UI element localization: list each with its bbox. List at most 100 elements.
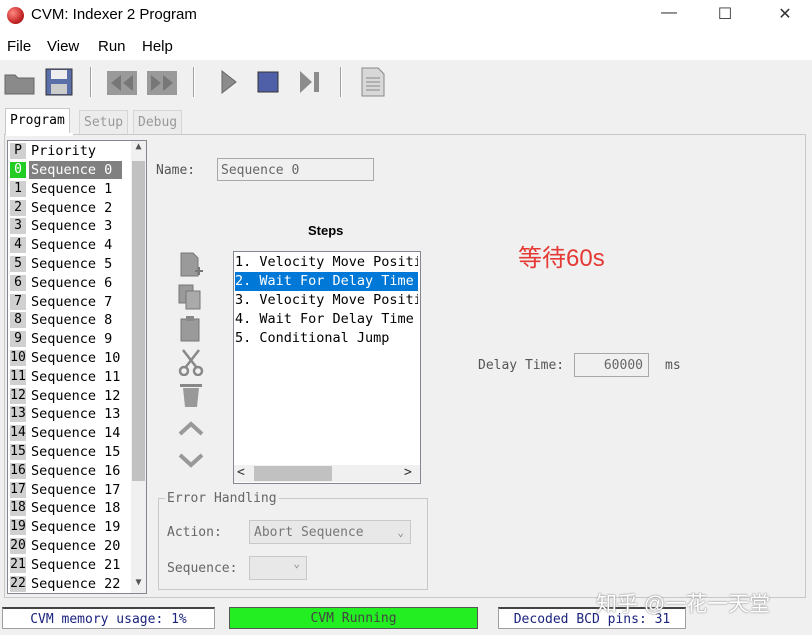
sequence-list-item[interactable]: 4 Sequence 4 — [8, 236, 124, 254]
sequence-list-item[interactable]: 6 Sequence 6 — [8, 274, 124, 292]
action-dropdown[interactable]: Abort Sequence ⌄ — [249, 520, 411, 544]
step-item[interactable]: 5. Conditional Jump — [235, 329, 418, 348]
menu-help[interactable]: Help — [142, 38, 173, 55]
toolbar-separator — [340, 67, 342, 97]
maximize-button[interactable]: ☐ — [702, 4, 748, 28]
scroll-up-arrow-icon[interactable]: ▲ — [131, 141, 146, 157]
scroll-right-arrow-icon[interactable]: > — [404, 465, 412, 480]
chevron-down-icon: ⌄ — [293, 557, 300, 570]
sequence-list-item[interactable]: 3 Sequence 3 — [8, 217, 124, 235]
priority-number: 1 — [10, 180, 26, 197]
priority-number: 3 — [10, 218, 26, 235]
sequence-list-item[interactable]: 15 Sequence 15 — [8, 443, 124, 461]
priority-number: 5 — [10, 256, 26, 272]
delay-time-label: Delay Time: — [478, 358, 565, 373]
priority-number: 10 — [10, 350, 26, 366]
sequence-name: Sequence 21 — [31, 556, 121, 573]
sequence-list-item[interactable]: 0 Sequence 0 — [8, 161, 124, 179]
stop-icon[interactable] — [251, 65, 285, 99]
sequence-list-item[interactable]: 9 Sequence 9 — [8, 330, 124, 348]
save-icon[interactable] — [43, 65, 77, 99]
step-item[interactable]: 2. Wait For Delay Time — [235, 272, 418, 291]
upload-icon[interactable] — [145, 65, 179, 99]
trash-icon[interactable] — [177, 381, 205, 409]
sequence-list-item[interactable]: 16 Sequence 16 — [8, 462, 124, 480]
sequence-name: Sequence 0 — [29, 161, 122, 179]
sequence-dropdown[interactable]: ⌄ — [249, 556, 307, 580]
play-icon[interactable] — [212, 65, 246, 99]
sequence-list-item[interactable]: 5 Sequence 5 — [8, 255, 124, 273]
priority-number: 0 — [10, 162, 26, 178]
priority-number: 22 — [10, 575, 26, 592]
action-label: Action: — [167, 525, 222, 540]
scroll-left-arrow-icon[interactable]: < — [237, 465, 245, 480]
name-input[interactable]: Sequence 0 — [217, 158, 374, 181]
sequence-list-item[interactable]: 11 Sequence 11 — [8, 368, 124, 386]
open-folder-icon[interactable] — [3, 65, 37, 99]
close-button[interactable]: ✕ — [762, 4, 808, 28]
move-up-icon[interactable] — [177, 415, 205, 443]
steps-title: Steps — [308, 223, 344, 238]
move-down-icon[interactable] — [177, 446, 205, 474]
priority-number: 11 — [10, 368, 26, 385]
running-status: CVM Running — [229, 607, 478, 629]
download-icon[interactable] — [105, 65, 139, 99]
step-item[interactable]: 3. Velocity Move Positi — [235, 291, 418, 310]
window-title: CVM: Indexer 2 Program — [31, 6, 197, 23]
sequence-name: Sequence 2 — [31, 199, 113, 216]
sequence-name: Sequence 14 — [31, 425, 121, 442]
scroll-thumb[interactable] — [254, 466, 332, 481]
sequence-list-item[interactable]: 8 Sequence 8 — [8, 311, 124, 329]
sequence-list-item[interactable]: 22 Sequence 22 — [8, 575, 124, 593]
sequence-list-item[interactable]: 14 Sequence 14 — [8, 424, 124, 442]
sequence-list-item[interactable]: 20 Sequence 20 — [8, 537, 124, 555]
sequence-list-scrollbar[interactable]: ▲ ▼ — [131, 141, 146, 593]
priority-number: 18 — [10, 500, 26, 517]
sequence-list-item[interactable]: 2 Sequence 2 — [8, 199, 124, 217]
tab-program[interactable]: Program — [5, 108, 70, 135]
priority-number: 7 — [10, 293, 26, 310]
copy-icon[interactable] — [177, 283, 205, 311]
priority-header-tag: P — [10, 143, 26, 159]
tab-debug[interactable]: Debug — [133, 110, 183, 134]
memory-usage-status: CVM memory usage: 1% — [2, 607, 215, 629]
sequence-name: Sequence 15 — [31, 444, 121, 460]
steps-list[interactable]: 1. Velocity Move Positi 2. Wait For Delay… — [233, 251, 421, 484]
sequence-list-item[interactable]: 1 Sequence 1 — [8, 180, 124, 198]
document-icon[interactable] — [356, 65, 390, 99]
sequence-list[interactable]: P Priority 0 Sequence 0 1 Sequence 1 2 Sequen… — [7, 140, 147, 594]
sequence-name: Sequence 22 — [31, 575, 121, 592]
sequence-list-item[interactable]: 12 Sequence 12 — [8, 387, 124, 405]
sequence-name: Sequence 5 — [31, 256, 113, 272]
delay-time-input[interactable]: 60000 — [574, 353, 649, 377]
step-item[interactable]: 1. Velocity Move Positi — [235, 253, 418, 272]
sequence-list-item[interactable]: 18 Sequence 18 — [8, 499, 124, 517]
sequence-list-item[interactable]: 7 Sequence 7 — [8, 293, 124, 311]
priority-number: 4 — [10, 237, 26, 254]
sequence-name: Sequence 16 — [31, 462, 121, 479]
sequence-name: Sequence 1 — [31, 180, 113, 197]
sequence-name: Sequence 6 — [31, 274, 113, 291]
sequence-list-item[interactable]: 17 Sequence 17 — [8, 481, 124, 499]
menu-file[interactable]: File — [7, 38, 31, 55]
sequence-label: Sequence: — [167, 561, 238, 576]
scroll-thumb[interactable] — [132, 161, 145, 481]
step-item[interactable]: 4. Wait For Delay Time — [235, 310, 418, 329]
paste-icon[interactable] — [177, 315, 205, 343]
tab-setup[interactable]: Setup — [79, 110, 129, 134]
steps-horizontal-scrollbar[interactable]: < > — [234, 465, 420, 482]
sequence-list-item[interactable]: 13 Sequence 13 — [8, 405, 124, 423]
scroll-down-arrow-icon[interactable]: ▼ — [131, 577, 146, 593]
menu-view[interactable]: View — [47, 38, 79, 55]
sequence-name: Sequence 7 — [31, 293, 113, 310]
sequence-list-item[interactable]: 19 Sequence 19 — [8, 518, 124, 536]
new-step-icon[interactable] — [177, 251, 205, 279]
sequence-list-item[interactable]: 21 Sequence 21 — [8, 556, 124, 574]
cut-icon[interactable] — [177, 348, 205, 377]
sequence-list-item[interactable]: 10 Sequence 10 — [8, 349, 124, 367]
priority-number: 16 — [10, 462, 26, 479]
minimize-button[interactable]: — — [646, 4, 692, 28]
action-dropdown-value: Abort Sequence — [254, 525, 364, 540]
menu-run[interactable]: Run — [98, 38, 126, 55]
step-icon[interactable] — [292, 65, 326, 99]
